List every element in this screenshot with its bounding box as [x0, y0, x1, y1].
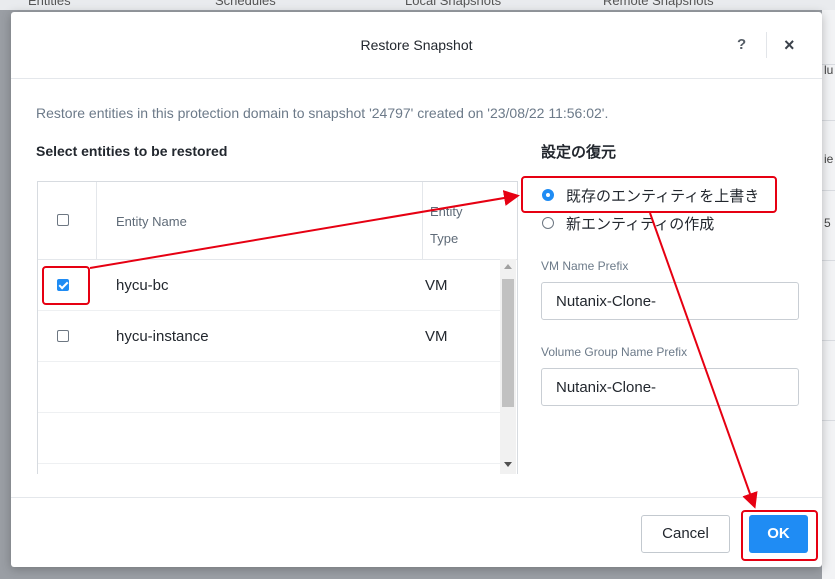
- column-header-entity-type[interactable]: Entity Type: [430, 198, 490, 252]
- option-create-new-label[interactable]: 新エンティティの作成: [566, 213, 714, 234]
- row-checkbox-hycu-instance[interactable]: [57, 330, 69, 342]
- scroll-thumb[interactable]: [502, 279, 514, 407]
- table-row[interactable]: hycu-bc VM: [38, 260, 500, 311]
- background-tab-local-snapshots: Local Snapshots: [405, 0, 502, 8]
- table-scrollbar[interactable]: [500, 259, 516, 474]
- background-fragment: 5: [824, 216, 831, 230]
- table-row-empty: [38, 362, 500, 413]
- dialog-title: Restore Snapshot: [360, 37, 473, 53]
- background-tab-entities: Entities: [28, 0, 71, 8]
- select-entities-heading: Select entities to be restored: [36, 143, 228, 159]
- radio-create-new[interactable]: [542, 217, 554, 229]
- select-all-checkbox[interactable]: [57, 214, 69, 226]
- restore-settings-heading: 設定の復元: [541, 144, 617, 161]
- highlight-checkbox-box: [42, 266, 90, 305]
- background-fragment: ie: [824, 152, 834, 166]
- dialog-description: Restore entities in this protection doma…: [36, 105, 609, 121]
- table-header: Entity Name Entity Type: [38, 182, 517, 260]
- entities-table: Entity Name Entity Type hycu-bc VM hycu-…: [37, 181, 518, 474]
- help-button[interactable]: ?: [737, 36, 746, 53]
- background-tab-remote-snapshots: Remote Snapshots: [603, 0, 714, 8]
- background-page-edge: lu ie 5: [822, 10, 835, 579]
- entity-name: hycu-bc: [116, 277, 169, 294]
- volume-group-prefix-label: Volume Group Name Prefix: [541, 345, 688, 359]
- highlight-ok-button-box: [741, 510, 818, 561]
- entity-type: VM: [425, 328, 448, 345]
- entity-type: VM: [425, 277, 448, 294]
- table-row[interactable]: hycu-instance VM: [38, 311, 500, 362]
- scroll-down-arrow-icon[interactable]: [504, 462, 512, 467]
- vm-name-prefix-label: VM Name Prefix: [541, 259, 629, 273]
- scroll-up-arrow-icon[interactable]: [504, 264, 512, 269]
- header-divider: [766, 32, 767, 58]
- restore-snapshot-dialog: Restore Snapshot ? × Restore entities in…: [11, 12, 822, 567]
- volume-group-prefix-input[interactable]: [541, 368, 799, 406]
- dialog-header: Restore Snapshot ? ×: [11, 12, 822, 79]
- footer-divider: [11, 497, 822, 498]
- vm-name-prefix-input[interactable]: [541, 282, 799, 320]
- background-tab-schedules: Schedules: [215, 0, 276, 8]
- entity-name: hycu-instance: [116, 328, 209, 345]
- column-header-entity-name[interactable]: Entity Name: [116, 214, 187, 229]
- background-fragment: lu: [824, 63, 834, 77]
- close-button[interactable]: ×: [784, 35, 795, 56]
- table-row-empty: [38, 413, 500, 464]
- cancel-button[interactable]: Cancel: [641, 515, 730, 553]
- background-tab-bar: Entities Schedules Local Snapshots Remot…: [0, 0, 835, 10]
- highlight-overwrite-option-box: [521, 176, 777, 213]
